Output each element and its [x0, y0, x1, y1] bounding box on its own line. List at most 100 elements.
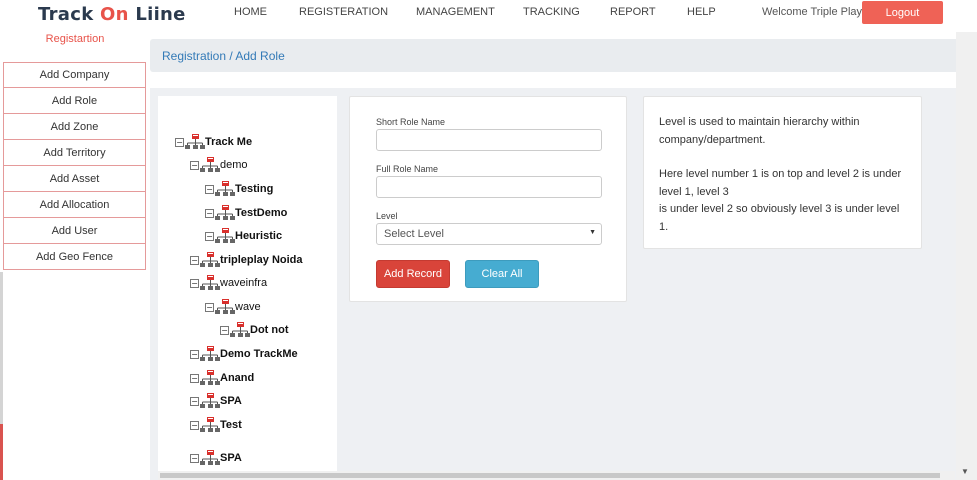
- tree-node[interactable]: − Track Me: [175, 134, 252, 150]
- org-chart-icon: [200, 393, 220, 408]
- org-chart-icon: [185, 134, 205, 149]
- org-chart-icon: [200, 417, 220, 432]
- tree-node-label: Heuristic: [235, 230, 283, 242]
- org-chart-icon: [230, 322, 250, 337]
- collapse-toggle-icon[interactable]: −: [190, 396, 199, 406]
- nav-report[interactable]: REPORT: [610, 6, 656, 18]
- tree-node-label: waveinfra: [220, 277, 268, 289]
- sidebar-item-add-role[interactable]: Add Role: [3, 88, 146, 114]
- collapse-toggle-icon[interactable]: −: [190, 349, 199, 359]
- breadcrumb-bar: Registration / Add Role: [150, 39, 967, 72]
- org-chart-icon: [215, 228, 235, 243]
- horizontal-scroll-thumb[interactable]: [160, 473, 940, 478]
- short-role-name-input[interactable]: [376, 129, 602, 151]
- collapse-toggle-icon[interactable]: −: [190, 453, 199, 463]
- sidebar-item-add-territory[interactable]: Add Territory: [3, 140, 146, 166]
- sidebar: Add Company Add Role Add Zone Add Territ…: [3, 62, 146, 270]
- scroll-down-arrow-icon[interactable]: ▼: [961, 467, 969, 476]
- tree-node-label: TestDemo: [235, 207, 288, 219]
- org-chart-icon: [200, 346, 220, 361]
- tree-node-label: demo: [220, 159, 248, 171]
- collapse-toggle-icon[interactable]: −: [190, 160, 199, 170]
- collapse-toggle-icon[interactable]: −: [190, 373, 199, 383]
- tree-node[interactable]: − Demo TrackMe: [190, 346, 298, 362]
- collapse-toggle-icon[interactable]: −: [175, 137, 184, 147]
- tree-node[interactable]: − Testing: [205, 181, 273, 197]
- logout-button[interactable]: Logout: [862, 1, 943, 24]
- nav-help[interactable]: HELP: [687, 6, 716, 18]
- breadcrumb[interactable]: Registration / Add Role: [162, 49, 285, 63]
- chevron-down-icon: ▼: [589, 229, 596, 236]
- tree-node-label: Anand: [220, 372, 255, 384]
- nav-tracking[interactable]: TRACKING: [523, 6, 580, 18]
- add-role-form: Short Role Name Full Role Name Level Sel…: [349, 96, 627, 302]
- org-chart-icon: [200, 450, 220, 465]
- tree-node[interactable]: − tripleplay Noida: [190, 252, 303, 268]
- left-edge-accent: [0, 424, 3, 480]
- org-chart-icon: [215, 205, 235, 220]
- sidebar-item-add-user[interactable]: Add User: [3, 218, 146, 244]
- nav-home[interactable]: HOME: [234, 6, 267, 18]
- tree-node[interactable]: − Heuristic: [205, 228, 282, 244]
- org-chart-icon: [200, 252, 220, 267]
- level-select-value: Select Level: [384, 228, 444, 240]
- tree-node[interactable]: − demo: [190, 157, 248, 173]
- logo[interactable]: Track On Liine: [38, 4, 186, 25]
- collapse-toggle-icon[interactable]: −: [190, 420, 199, 430]
- collapse-toggle-icon[interactable]: −: [205, 184, 214, 194]
- collapse-toggle-icon[interactable]: −: [205, 231, 214, 241]
- tree-node[interactable]: − Test: [190, 417, 242, 433]
- tree-node-label: tripleplay Noida: [220, 254, 303, 266]
- tree-node-label: Test: [220, 419, 242, 431]
- tree-node-label: Demo TrackMe: [220, 348, 298, 360]
- collapse-toggle-icon[interactable]: −: [190, 278, 199, 288]
- collapse-toggle-icon[interactable]: −: [220, 325, 229, 335]
- tree-node-label: SPA: [220, 452, 242, 464]
- tree-node[interactable]: − Dot not: [220, 322, 288, 338]
- level-info-panel: Level is used to maintain hierarchy with…: [643, 96, 922, 249]
- sidebar-item-add-geo-fence[interactable]: Add Geo Fence: [3, 244, 146, 270]
- short-role-name-label: Short Role Name: [376, 117, 446, 127]
- add-record-button[interactable]: Add Record: [376, 260, 450, 288]
- tree-node-label: Testing: [235, 183, 274, 195]
- top-header: Track On Liine HOME REGISTERATION MANAGE…: [0, 0, 977, 32]
- sidebar-item-add-asset[interactable]: Add Asset: [3, 166, 146, 192]
- full-role-name-input[interactable]: [376, 176, 602, 198]
- nav-management[interactable]: MANAGEMENT: [416, 6, 495, 18]
- clear-all-button[interactable]: Clear All: [465, 260, 539, 288]
- info-line-1: Level is used to maintain hierarchy with…: [659, 116, 860, 146]
- sidebar-item-add-company[interactable]: Add Company: [3, 62, 146, 88]
- org-chart-icon: [215, 181, 235, 196]
- org-chart-icon: [200, 157, 220, 172]
- tree-node-label: Track Me: [205, 136, 253, 148]
- left-edge-strip: [0, 272, 3, 424]
- company-tree-panel: − Track Me − demo − Testing − TestDemo −…: [158, 96, 337, 480]
- tree-node[interactable]: − Anand: [190, 370, 254, 386]
- tree-node[interactable]: − TestDemo: [205, 205, 287, 221]
- info-line-2: Here level number 1 is on top and level …: [659, 168, 902, 198]
- nav-registeration[interactable]: REGISTERATION: [299, 6, 388, 18]
- tree-node-label: Dot not: [250, 324, 289, 336]
- tree-node[interactable]: − waveinfra: [190, 275, 267, 291]
- collapse-toggle-icon[interactable]: −: [190, 255, 199, 265]
- level-label: Level: [376, 211, 398, 221]
- tree-node[interactable]: − wave: [205, 299, 261, 315]
- full-role-name-label: Full Role Name: [376, 164, 439, 174]
- sidebar-title: Registartion: [45, 33, 105, 45]
- welcome-text: Welcome Triple Play: [762, 6, 863, 18]
- horizontal-scrollbar[interactable]: [158, 471, 955, 480]
- org-chart-icon: [215, 299, 235, 314]
- tree-node-label: SPA: [220, 395, 242, 407]
- tree-node[interactable]: − SPA: [190, 450, 242, 466]
- vertical-scrollbar[interactable]: ▼: [956, 32, 977, 480]
- info-line-3: is under level 2 so obviously level 3 is…: [659, 203, 900, 233]
- collapse-toggle-icon[interactable]: −: [205, 208, 214, 218]
- org-chart-icon: [200, 275, 220, 290]
- tree-node[interactable]: − SPA: [190, 393, 242, 409]
- sidebar-item-add-allocation[interactable]: Add Allocation: [3, 192, 146, 218]
- sidebar-item-add-zone[interactable]: Add Zone: [3, 114, 146, 140]
- collapse-toggle-icon[interactable]: −: [205, 302, 214, 312]
- level-select[interactable]: Select Level ▼: [376, 223, 602, 245]
- tree-node-label: wave: [235, 301, 261, 313]
- org-chart-icon: [200, 370, 220, 385]
